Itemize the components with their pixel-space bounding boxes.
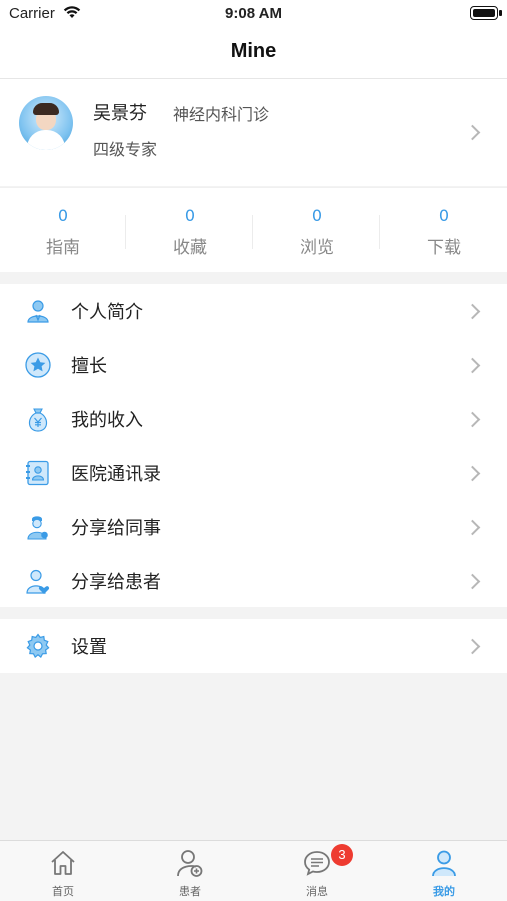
doctor-name: 吴景芬 bbox=[93, 103, 147, 124]
tab-patients[interactable]: 患者 bbox=[127, 841, 253, 901]
unread-badge: 3 bbox=[331, 844, 353, 866]
stats-bar: 0 指南 0 收藏 0 浏览 0 下载 bbox=[0, 187, 507, 272]
avatar bbox=[19, 96, 73, 150]
patient-icon bbox=[175, 848, 205, 878]
stat-guides[interactable]: 0 指南 bbox=[0, 188, 126, 272]
page-title: Mine bbox=[230, 40, 277, 62]
chevron-right-icon bbox=[464, 357, 481, 374]
money-bag-icon bbox=[25, 406, 51, 432]
menu-item-label: 个人简介 bbox=[71, 302, 143, 323]
message-icon bbox=[302, 848, 332, 878]
stat-label: 下载 bbox=[427, 238, 461, 258]
chevron-right-icon bbox=[464, 638, 481, 655]
navigation-bar: Mine bbox=[0, 28, 507, 79]
menu-item-label: 分享给同事 bbox=[71, 518, 161, 539]
chevron-right-icon bbox=[464, 519, 481, 536]
menu-item-share-patient[interactable]: 分享给患者 bbox=[0, 554, 507, 608]
menu-item-income[interactable]: 我的收入 bbox=[0, 392, 507, 446]
doctor-icon bbox=[25, 514, 51, 540]
stat-label: 收藏 bbox=[173, 238, 207, 258]
menu-item-settings[interactable]: 设置 bbox=[0, 619, 507, 673]
chevron-right-icon bbox=[464, 465, 481, 482]
tab-home[interactable]: 首页 bbox=[0, 841, 126, 901]
address-book-icon bbox=[25, 460, 51, 486]
battery-icon bbox=[470, 6, 502, 20]
user-profile-icon bbox=[25, 298, 51, 324]
home-icon bbox=[48, 848, 78, 878]
chevron-right-icon bbox=[464, 573, 481, 590]
stat-value: 0 bbox=[57, 206, 69, 225]
tab-mine[interactable]: 我的 bbox=[381, 841, 507, 901]
menu-item-label: 擅长 bbox=[71, 356, 107, 377]
patient-heart-icon bbox=[25, 568, 51, 594]
menu-item-label: 分享给患者 bbox=[71, 572, 161, 593]
tab-messages[interactable]: 3 消息 bbox=[254, 841, 380, 901]
tab-label: 消息 bbox=[306, 885, 328, 898]
status-time: 9:08 AM bbox=[225, 5, 282, 22]
menu-item-label: 医院通讯录 bbox=[71, 464, 161, 485]
chevron-right-icon bbox=[464, 124, 481, 141]
profile-card[interactable]: 吴景芬 神经内科门诊 四级专家 bbox=[0, 79, 507, 186]
menu-item-label: 设置 bbox=[71, 637, 107, 658]
stat-label: 浏览 bbox=[300, 238, 334, 258]
gear-icon bbox=[25, 633, 51, 659]
stat-views[interactable]: 0 浏览 bbox=[254, 188, 380, 272]
menu-item-expertise[interactable]: 擅长 bbox=[0, 338, 507, 392]
menu-item-hospital-contacts[interactable]: 医院通讯录 bbox=[0, 446, 507, 500]
stat-value: 0 bbox=[438, 206, 450, 225]
settings-section: 设置 bbox=[0, 619, 507, 673]
stat-value: 0 bbox=[311, 206, 323, 225]
menu-item-label: 我的收入 bbox=[71, 410, 143, 431]
tab-label: 首页 bbox=[52, 885, 74, 898]
chevron-right-icon bbox=[464, 411, 481, 428]
doctor-department: 神经内科门诊 bbox=[173, 105, 270, 124]
stat-favorites[interactable]: 0 收藏 bbox=[127, 188, 253, 272]
tab-label: 患者 bbox=[179, 885, 201, 898]
doctor-title: 四级专家 bbox=[93, 140, 158, 159]
menu-list: 个人简介 擅长 我的收入 医院通讯录 分享给同事 分享给患者 bbox=[0, 284, 507, 607]
menu-item-share-colleague[interactable]: 分享给同事 bbox=[0, 500, 507, 554]
tab-label: 我的 bbox=[433, 885, 455, 898]
status-bar: Carrier 9:08 AM bbox=[0, 0, 507, 28]
tab-bar: 首页 患者 3 消息 我的 bbox=[0, 840, 507, 901]
stat-value: 0 bbox=[184, 206, 196, 225]
chevron-right-icon bbox=[464, 303, 481, 320]
person-icon bbox=[429, 848, 459, 878]
stat-label: 指南 bbox=[46, 238, 80, 258]
menu-item-profile[interactable]: 个人简介 bbox=[0, 284, 507, 338]
star-badge-icon bbox=[25, 352, 51, 378]
stat-downloads[interactable]: 0 下载 bbox=[381, 188, 507, 272]
